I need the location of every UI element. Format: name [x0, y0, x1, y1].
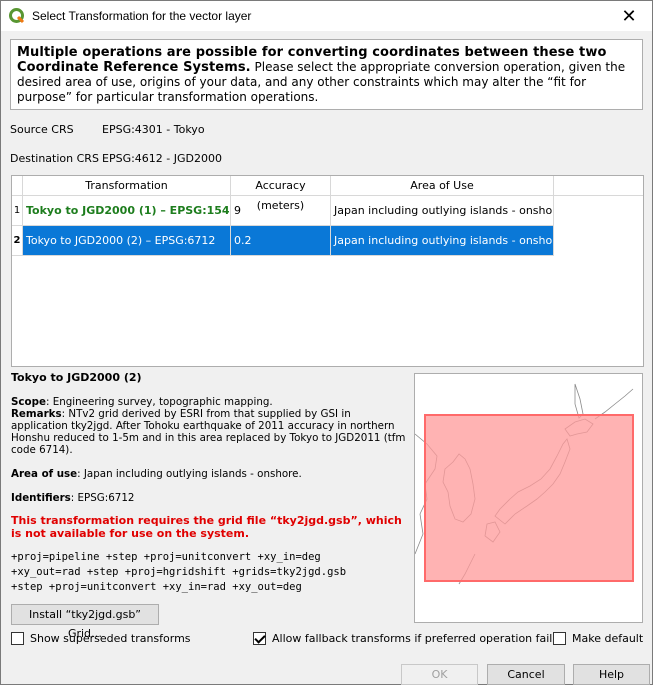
table-row-selected[interactable]: 2 Tokyo to JGD2000 (2) – EPSG:6712 0.2 J…	[12, 226, 554, 256]
missing-grid-warning: This transformation requires the grid fi…	[11, 514, 402, 540]
transformation-cell[interactable]: Tokyo to JGD2000 (1) – EPSG:15483	[23, 196, 231, 226]
scope-text: Scope: Engineering survey, topographic m…	[11, 396, 273, 408]
area-cell[interactable]: Japan including outlying islands - onsho…	[331, 226, 554, 256]
table-header: Transformation Accuracy (meters) Area of…	[12, 176, 643, 212]
dialog-window: Select Transformation for the vector lay…	[0, 0, 653, 685]
allow-fallback-label: Allow fallback transforms if preferred o…	[272, 632, 559, 645]
destination-crs-label: Destination CRS	[10, 152, 99, 165]
row-number: 2	[12, 226, 23, 256]
close-icon: ✕	[621, 5, 637, 27]
window-title: Select Transformation for the vector lay…	[32, 9, 252, 23]
accuracy-cell[interactable]: 0.2	[231, 226, 331, 256]
area-of-use-map	[414, 373, 643, 623]
transformations-table[interactable]: Transformation Accuracy (meters) Area of…	[11, 175, 644, 367]
column-header-accuracy[interactable]: Accuracy (meters)	[231, 176, 331, 212]
proj-line-3: +step +proj=unitconvert +xy_in=rad +xy_o…	[11, 581, 302, 593]
source-crs-label: Source CRS	[10, 123, 74, 136]
identifiers-text: Identifiers: EPSG:6712	[11, 492, 135, 504]
proj-line-2: +xy_out=rad +step +proj=hgridshift +grid…	[11, 566, 347, 578]
area-cell[interactable]: Japan including outlying islands - onsho…	[331, 196, 554, 226]
qgis-logo-icon	[9, 8, 25, 24]
transformation-details: Tokyo to JGD2000 (2) Scope: Engineering …	[11, 372, 407, 595]
table-row[interactable]: 1 Tokyo to JGD2000 (1) – EPSG:15483 9 Ja…	[12, 196, 554, 226]
source-crs-value: EPSG:4301 - Tokyo	[102, 123, 205, 136]
row-number: 1	[12, 196, 23, 226]
title-bar: Select Transformation for the vector lay…	[1, 1, 652, 31]
make-default-label: Make default	[572, 632, 644, 645]
area-of-use-text: Area of use: Japan including outlying is…	[11, 468, 302, 480]
allow-fallback-checkbox[interactable]: Allow fallback transforms if preferred o…	[253, 632, 558, 645]
area-of-use-extent	[424, 414, 634, 582]
close-button[interactable]: ✕	[606, 1, 652, 31]
show-superseded-label: Show superseded transforms	[30, 632, 191, 645]
ok-button[interactable]: OK	[401, 664, 478, 685]
proj-line-1: +proj=pipeline +step +proj=unitconvert +…	[11, 551, 321, 563]
details-title: Tokyo to JGD2000 (2)	[11, 371, 142, 384]
sakhalin-coastline	[574, 383, 584, 419]
info-message: Multiple operations are possible for con…	[10, 39, 643, 110]
checkbox-box[interactable]	[553, 632, 566, 645]
column-header-area[interactable]: Area of Use	[331, 176, 554, 196]
column-header-transformation[interactable]: Transformation	[23, 176, 231, 196]
remarks-text: Remarks: NTv2 grid derived by ESRI from …	[11, 408, 406, 456]
checkbox-box-checked[interactable]	[253, 632, 266, 645]
map-canvas	[415, 383, 634, 585]
show-superseded-checkbox[interactable]: Show superseded transforms	[11, 632, 191, 645]
accuracy-cell[interactable]: 9	[231, 196, 331, 226]
make-default-checkbox[interactable]: Make default	[553, 632, 643, 645]
transformation-cell[interactable]: Tokyo to JGD2000 (2) – EPSG:6712	[23, 226, 231, 256]
checkbox-box[interactable]	[11, 632, 24, 645]
install-grid-button[interactable]: Install “tky2jgd.gsb” Grid…	[11, 604, 159, 640]
cancel-button[interactable]: Cancel	[487, 664, 565, 685]
destination-crs-value: EPSG:4612 - JGD2000	[102, 152, 222, 165]
help-button[interactable]: Help	[573, 664, 650, 685]
corner-header	[12, 176, 23, 196]
